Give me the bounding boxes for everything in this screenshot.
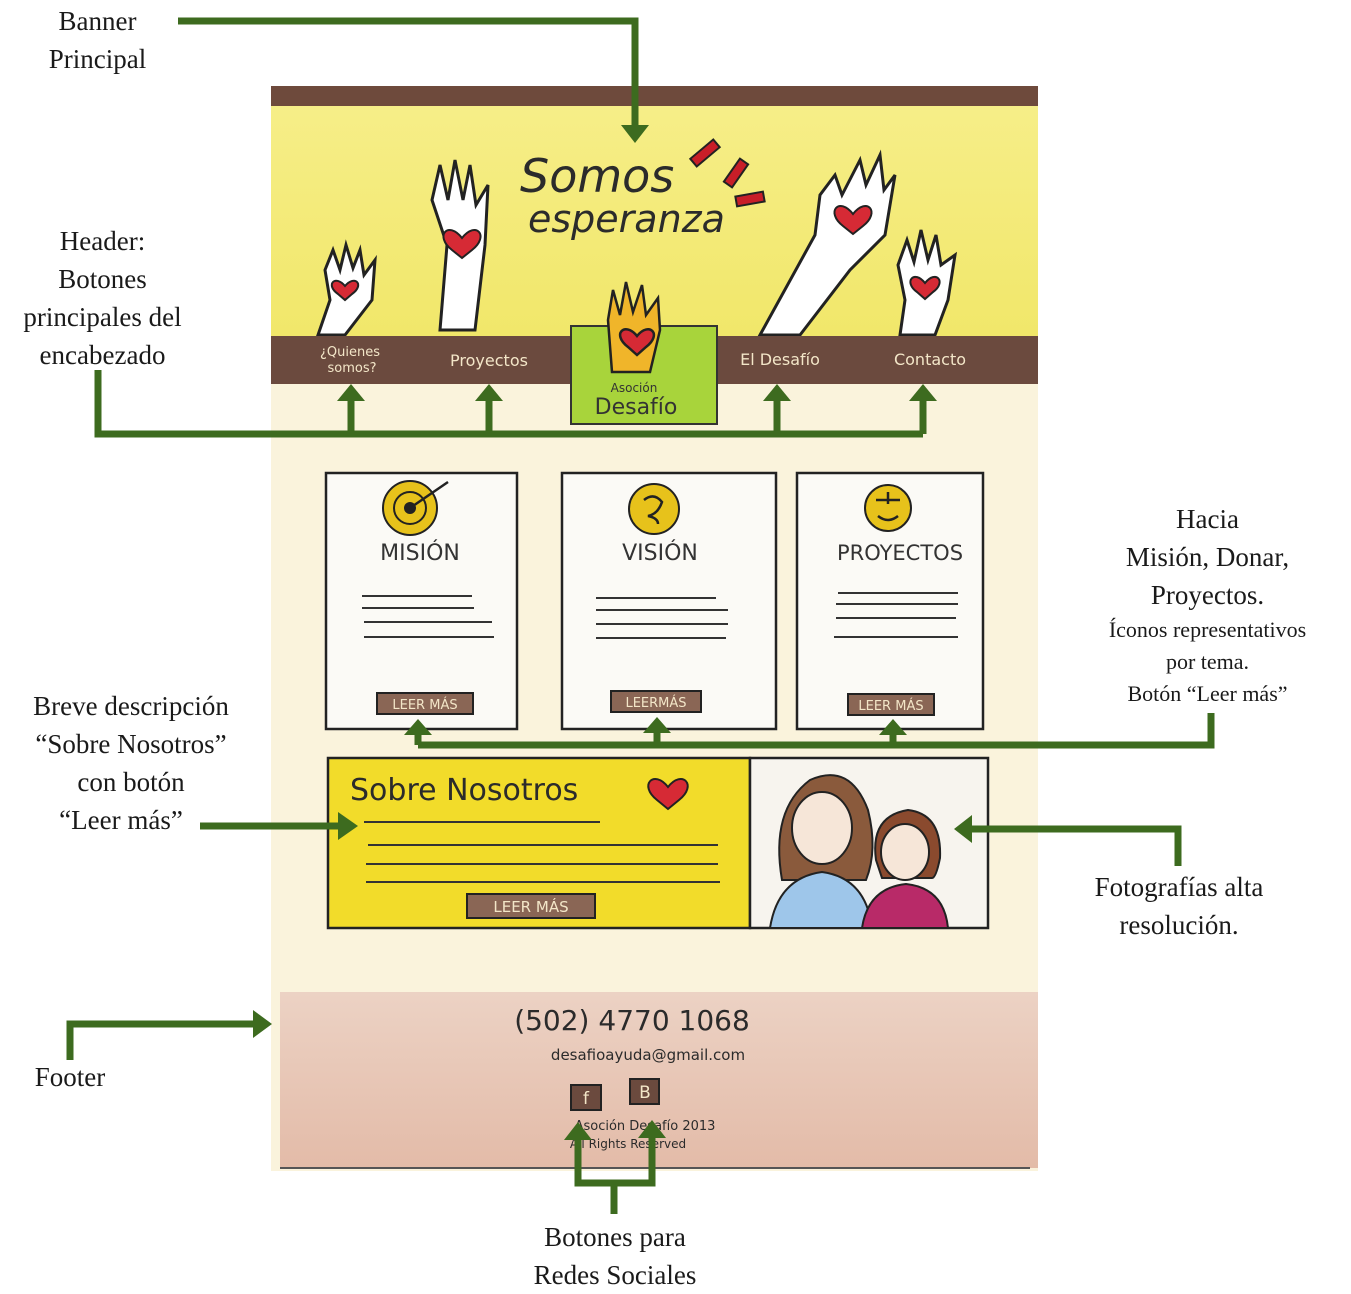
label-line: Banner (58, 6, 137, 36)
label-line: por tema. (1165, 649, 1250, 674)
label-banner: Banner Principal (20, 2, 175, 78)
arrow-social (574, 1140, 618, 1214)
label-line: Proyectos. (1150, 580, 1265, 610)
label-line: Header: (59, 226, 146, 256)
label-line: Breve descripción (33, 691, 229, 721)
label-line: Fotografías alta (1094, 872, 1264, 902)
label-line: Botones (58, 264, 147, 294)
label-line: Footer (34, 1062, 106, 1092)
label-line: Misión, Donar, (1125, 542, 1290, 572)
arrow-banner (178, 17, 639, 125)
label-line: principales del (23, 302, 182, 332)
label-about: Breve descripción “Sobre Nosotros” con b… (0, 687, 262, 839)
label-line: Hacia (1176, 504, 1239, 534)
label-photos: Fotografías alta resolución. (1070, 868, 1288, 944)
label-line: Principal (48, 44, 147, 74)
arrow-cards (418, 713, 1215, 749)
arrow-photos (970, 825, 1182, 866)
arrow-footer (66, 1020, 255, 1060)
label-line: “Sobre Nosotros” (35, 729, 227, 759)
label-line: Íconos representativos (1108, 617, 1307, 642)
label-line: Botón “Leer más” (1127, 681, 1288, 706)
label-line: resolución. (1119, 910, 1239, 940)
label-social: Botones para Redes Sociales (505, 1218, 725, 1294)
label-header: Header: Botones principales del encabeza… (0, 222, 205, 374)
label-cards: Hacia Misión, Donar, Proyectos. Íconos r… (1085, 500, 1330, 710)
arrow-header (94, 370, 923, 438)
label-line: Botones para (544, 1222, 686, 1252)
label-line: Redes Sociales (533, 1260, 697, 1290)
label-line: encabezado (39, 340, 166, 370)
label-footer: Footer (20, 1058, 120, 1096)
label-line: con botón (77, 767, 185, 797)
label-line: “Leer más” (59, 805, 183, 835)
